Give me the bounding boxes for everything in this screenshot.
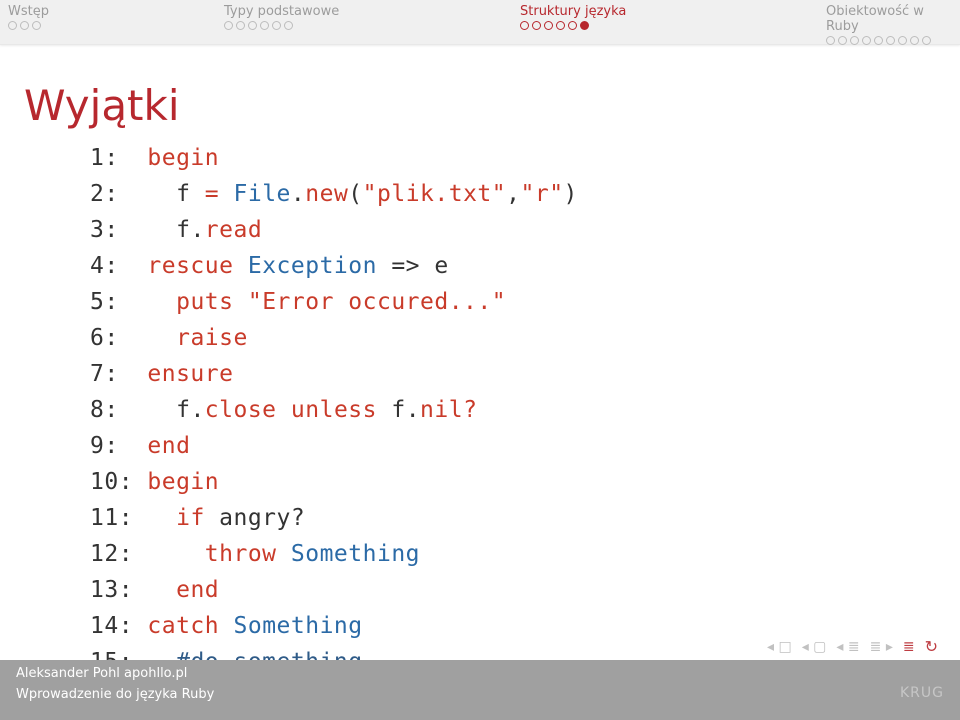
beamer-nav-controls[interactable]: ◂ □ ◂ ▢ ◂ ≣ ≣ ▸ ≣ ↻	[767, 637, 938, 656]
nav-prev-section-icon[interactable]: ◂ □	[767, 639, 792, 655]
section-tab-4[interactable]: Obiektowość w Ruby	[818, 0, 960, 44]
footer-talk-title: Wprowadzenie do języka Ruby	[16, 687, 214, 702]
section-label: Obiektowość w Ruby	[826, 4, 942, 34]
nav-current-icon: ≣	[903, 639, 915, 655]
section-label: Struktury języka	[520, 4, 810, 19]
nav-prev-slide-icon[interactable]: ◂ ≣	[836, 639, 859, 655]
footer-group: KRUG	[900, 685, 944, 701]
progress-dots	[826, 36, 942, 45]
progress-dots	[224, 21, 504, 30]
progress-dots	[520, 21, 810, 30]
section-tab-1[interactable]: Wstęp	[0, 0, 216, 44]
nav-loop-icon[interactable]: ↻	[925, 637, 938, 656]
section-label: Wstęp	[8, 4, 208, 19]
section-tab-3[interactable]: Struktury języka	[512, 0, 818, 44]
section-label: Typy podstawowe	[224, 4, 504, 19]
progress-dots	[8, 21, 208, 30]
footer-left: Aleksander Pohl apohllo.pl Wprowadzenie …	[16, 666, 214, 702]
nav-prev-subsection-icon[interactable]: ◂ ▢	[802, 639, 827, 655]
slide-header: Wstęp Typy podstawowe Struktury języka O…	[0, 0, 960, 45]
code-block: 1: begin 2: f = File.new("plik.txt","r")…	[90, 140, 960, 716]
nav-next-slide-icon[interactable]: ≣ ▸	[870, 639, 893, 655]
section-tab-2[interactable]: Typy podstawowe	[216, 0, 512, 44]
slide-footer: Aleksander Pohl apohllo.pl Wprowadzenie …	[0, 660, 960, 720]
slide-title: Wyjątki	[0, 45, 960, 140]
footer-author: Aleksander Pohl apohllo.pl	[16, 666, 214, 681]
